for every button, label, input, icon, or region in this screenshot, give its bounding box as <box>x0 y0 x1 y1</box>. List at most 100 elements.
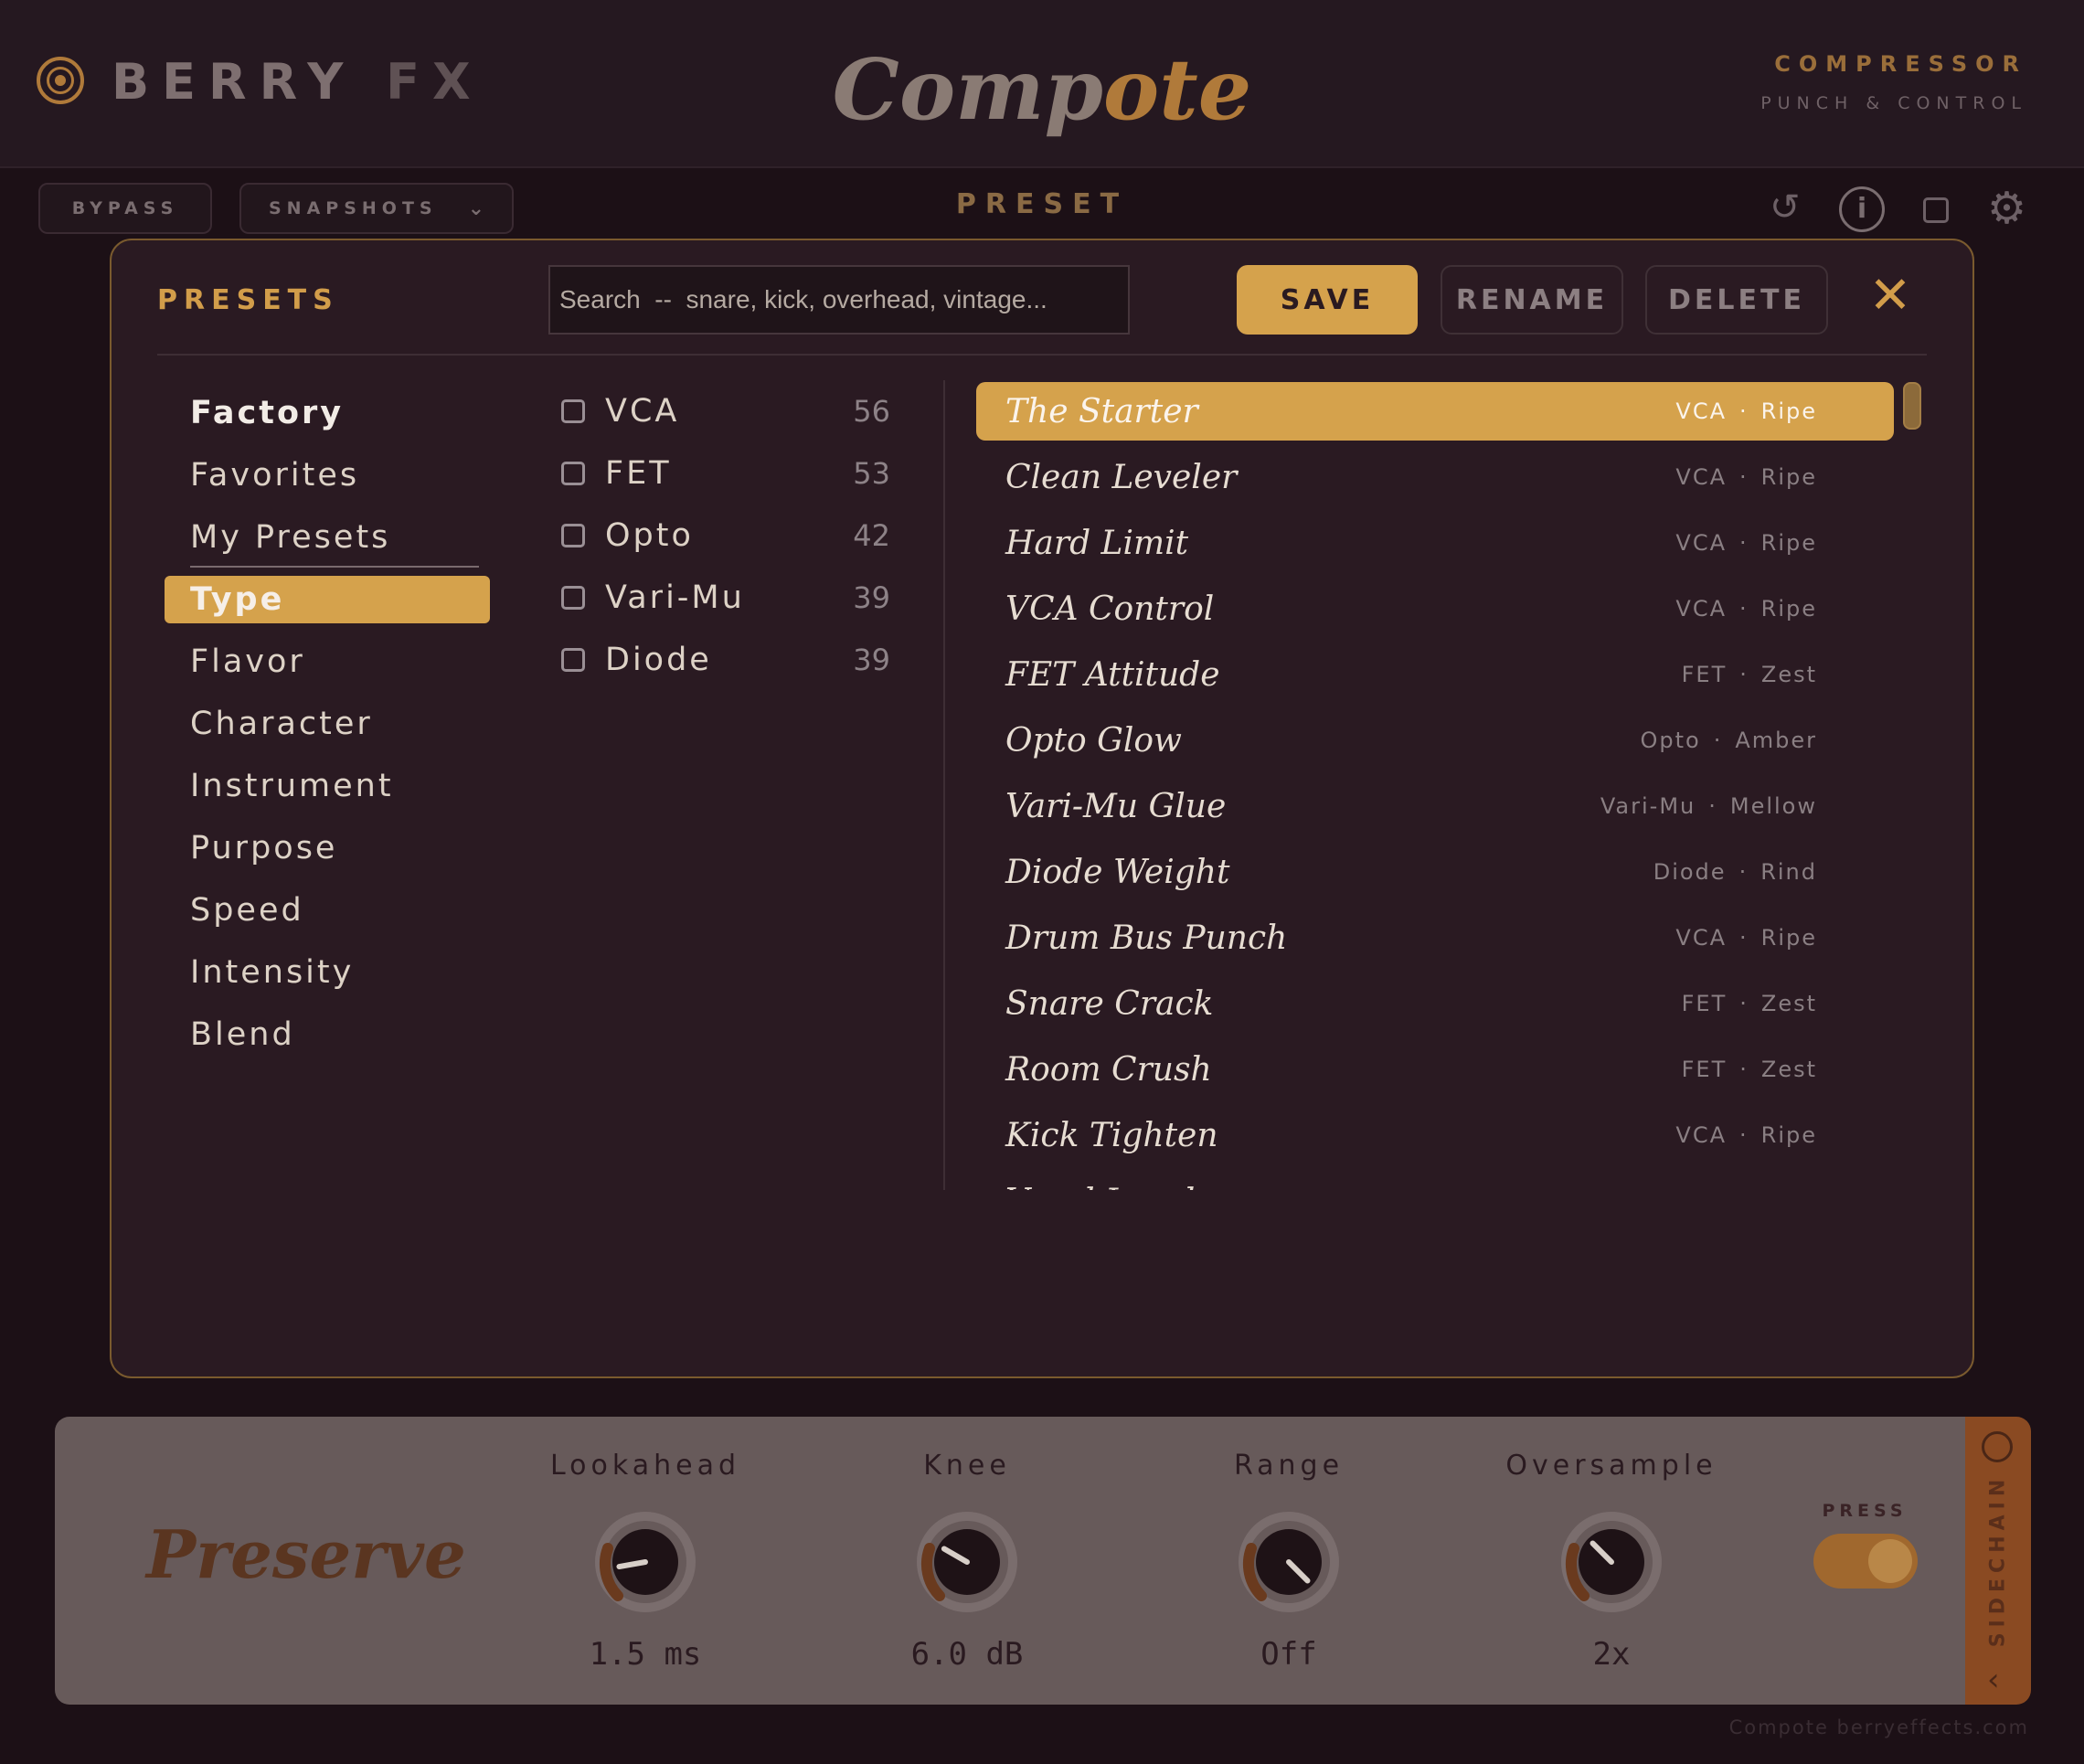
knob-value: 6.0 dB <box>910 1636 1024 1673</box>
preset-row[interactable]: Drum Bus Punch VCA · Ripe <box>976 909 1894 967</box>
preset-row[interactable]: Kick Tighten VCA · Ripe <box>976 1106 1894 1164</box>
preset-flavor: Ripe <box>1760 596 1817 622</box>
type-filter-row[interactable]: Vari-Mu 39 <box>561 574 890 622</box>
preset-row[interactable]: Hard Limit VCA · Ripe <box>976 514 1894 572</box>
preset-type: Opto <box>1640 1188 1700 1190</box>
gear-icon[interactable]: ⚙ <box>1987 183 2026 234</box>
preset-type: VCA <box>1675 1122 1728 1148</box>
category-item[interactable]: Speed <box>165 887 490 934</box>
toggle-thumb <box>1868 1539 1912 1583</box>
presets-title: PRESETS <box>157 284 339 316</box>
filter-checkbox[interactable] <box>561 586 585 610</box>
preset-row[interactable]: FET Attitude FET · Zest <box>976 645 1894 704</box>
type-filter-row[interactable]: FET 53 <box>561 450 890 497</box>
meta-separator: · <box>1708 793 1717 819</box>
filter-count: 53 <box>853 456 890 491</box>
preset-type: VCA <box>1675 925 1728 951</box>
preset-name: Vocal Level <box>1005 1183 1640 1191</box>
knob-graphic <box>1239 1512 1339 1612</box>
category-item[interactable]: Blend <box>165 1011 490 1058</box>
preset-type: Opto <box>1640 728 1701 753</box>
filter-name: Vari-Mu <box>605 579 745 616</box>
preset-meta: FET · Zest <box>1682 991 1817 1016</box>
preset-meta: Opto · Amber <box>1640 1188 1817 1190</box>
category-item[interactable]: Flavor <box>165 638 490 685</box>
delete-button[interactable]: DELETE <box>1645 265 1828 335</box>
knob-dial[interactable] <box>595 1512 696 1612</box>
press-toggle[interactable] <box>1813 1534 1918 1589</box>
undo-icon[interactable]: ↺ <box>1770 186 1801 228</box>
preset-row[interactable]: Clean Leveler VCA · Ripe <box>976 448 1894 506</box>
preset-type: FET <box>1681 1057 1728 1082</box>
preset-name: Snare Crack <box>1005 984 1214 1023</box>
category-item[interactable]: My Presets <box>165 514 490 561</box>
type-filter-row[interactable]: Diode 39 <box>561 636 890 684</box>
filter-checkbox[interactable] <box>561 399 585 423</box>
preset-type: VCA <box>1675 464 1728 490</box>
snapshot-icon[interactable] <box>1923 197 1949 223</box>
knob-dial[interactable] <box>917 1512 1017 1612</box>
category-item[interactable]: Favorites <box>165 452 490 499</box>
preset-list-scrollbar[interactable] <box>1903 382 1921 430</box>
preset-name: Drum Bus Punch <box>1005 919 1288 957</box>
knob-value: 1.5 ms <box>589 1636 702 1673</box>
meta-separator: · <box>1739 991 1749 1016</box>
filter-checkbox[interactable] <box>561 462 585 485</box>
preset-row[interactable]: VCA Control VCA · Ripe <box>976 579 1894 638</box>
rename-button[interactable]: RENAME <box>1441 265 1623 335</box>
type-filter-row[interactable]: VCA 56 <box>561 388 890 435</box>
column-divider <box>943 380 945 1190</box>
save-button[interactable]: SAVE <box>1237 265 1418 335</box>
preset-flavor: Ripe <box>1760 1122 1817 1148</box>
chevron-left-icon[interactable]: ‹ <box>1987 1662 2000 1698</box>
filter-checkbox[interactable] <box>561 648 585 672</box>
preset-meta: Opto · Amber <box>1640 728 1817 753</box>
preset-list[interactable]: The Starter VCA · Ripe Clean Leveler VCA · Ripe… <box>976 382 1894 1190</box>
search-input[interactable] <box>548 265 1130 335</box>
meta-separator: · <box>1738 859 1749 885</box>
category-item[interactable]: Character <box>165 700 490 748</box>
preset-row[interactable]: Vocal LevelOpto · Amber <box>976 1172 1894 1191</box>
preset-flavor: Zest <box>1760 1057 1817 1082</box>
category-item[interactable]: Type <box>165 576 490 623</box>
preset-type: VCA <box>1675 398 1728 424</box>
preset-row[interactable]: Diode Weight Diode · Rind <box>976 843 1894 901</box>
preset-meta: Diode · Rind <box>1653 859 1817 885</box>
preset-name: Kick Tighten <box>1005 1116 1218 1154</box>
knob-dial[interactable] <box>1561 1512 1662 1612</box>
preset-type: FET <box>1681 662 1728 687</box>
category-item[interactable]: Purpose <box>165 824 490 872</box>
filter-count: 39 <box>853 643 890 677</box>
preset-meta: VCA · Ripe <box>1675 1122 1817 1148</box>
header-divider <box>157 354 1927 356</box>
preset-flavor: Amber <box>1735 728 1817 753</box>
filter-name: Opto <box>605 517 694 554</box>
preset-meta: VCA · Ripe <box>1675 530 1817 556</box>
type-filter-row[interactable]: Opto 42 <box>561 512 890 559</box>
category-item[interactable]: Factory <box>165 389 490 437</box>
preset-type: FET <box>1681 991 1728 1016</box>
meta-separator: · <box>1739 530 1749 556</box>
preset-type: Vari-Mu <box>1600 793 1696 819</box>
knob-value: Off <box>1260 1636 1317 1673</box>
preset-flavor: Mellow <box>1729 793 1817 819</box>
knob-dial[interactable] <box>1239 1512 1339 1612</box>
preset-row[interactable]: Snare Crack FET · Zest <box>976 974 1894 1033</box>
preset-row[interactable]: Room Crush FET · Zest <box>976 1040 1894 1099</box>
category-item[interactable]: Instrument <box>165 762 490 810</box>
knob-label: Oversample <box>1505 1450 1717 1482</box>
tagline-bottom: PUNCH & CONTROL <box>1760 93 2027 113</box>
filter-checkbox[interactable] <box>561 524 585 547</box>
info-icon[interactable]: i <box>1839 186 1885 232</box>
preset-row[interactable]: Opto Glow Opto · Amber <box>976 711 1894 770</box>
filter-name: FET <box>605 455 672 492</box>
preset-meta: VCA · Ripe <box>1675 464 1817 490</box>
preset-row[interactable]: Vari-Mu Glue Vari-Mu · Mellow <box>976 777 1894 835</box>
close-icon[interactable]: ✕ <box>1865 271 1916 322</box>
filter-count: 39 <box>853 580 890 615</box>
category-item[interactable]: Intensity <box>165 949 490 996</box>
preset-flavor: Rind <box>1760 859 1817 885</box>
preset-row[interactable]: The Starter VCA · Ripe <box>976 382 1894 441</box>
meta-separator: · <box>1739 662 1749 687</box>
press-label: PRESS <box>1822 1501 1908 1521</box>
